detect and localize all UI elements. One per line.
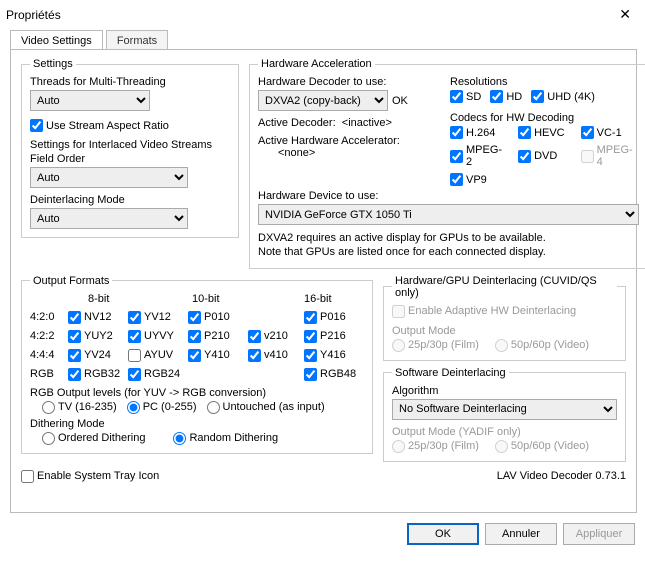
close-icon[interactable]: ✕ <box>613 6 637 23</box>
sw-deint-group: Software Deinterlacing Algorithm No Soft… <box>383 367 626 462</box>
sw-deint-legend: Software Deinterlacing <box>392 367 509 379</box>
ayuv-checkbox[interactable] <box>128 349 141 362</box>
mpeg2-checkbox[interactable] <box>450 150 463 163</box>
pc-radio[interactable] <box>127 401 140 414</box>
row-rgb-label: RGB <box>30 368 68 380</box>
resolutions-label: Resolutions <box>450 76 639 88</box>
hw-device-select[interactable]: NVIDIA GeForce GTX 1050 Ti <box>258 204 639 225</box>
uyvy-checkbox[interactable] <box>128 330 141 343</box>
dvd-checkbox[interactable] <box>518 150 531 163</box>
settings-group: Settings Threads for Multi-Threading Aut… <box>21 58 239 238</box>
uhd-checkbox[interactable] <box>531 90 544 103</box>
aspect-label: Use Stream Aspect Ratio <box>46 120 169 132</box>
p210-checkbox[interactable] <box>188 330 201 343</box>
row-420-label: 4:2:0 <box>30 311 68 323</box>
settings-legend: Settings <box>30 58 76 70</box>
row-444-label: 4:4:4 <box>30 349 68 361</box>
rgb48-checkbox[interactable] <box>304 368 317 381</box>
header-8bit: 8-bit <box>68 293 188 305</box>
hw-deint-group: Hardware/GPU Deinterlacing (CUVID/QS onl… <box>383 275 626 361</box>
field-order-label: Field Order <box>30 153 230 165</box>
apply-button[interactable]: Appliquer <box>563 523 635 545</box>
hwaccel-legend: Hardware Acceleration <box>258 58 375 70</box>
yv24-checkbox[interactable] <box>68 349 81 362</box>
nv12-checkbox[interactable] <box>68 311 81 324</box>
threads-label: Threads for Multi-Threading <box>30 76 230 88</box>
tv-radio[interactable] <box>42 401 55 414</box>
ok-button[interactable]: OK <box>407 523 479 545</box>
y416-checkbox[interactable] <box>304 349 317 362</box>
row-422-label: 4:2:2 <box>30 330 68 342</box>
sw-output-mode-label: Output Mode (YADIF only) <box>392 426 617 438</box>
output-formats-legend: Output Formats <box>30 275 112 287</box>
hw-deint-legend: Hardware/GPU Deinterlacing (CUVID/QS onl… <box>392 275 617 299</box>
tab-formats[interactable]: Formats <box>106 30 168 50</box>
hw-device-label: Hardware Device to use: <box>258 190 639 202</box>
codecs-label: Codecs for HW Decoding <box>450 112 639 124</box>
aspect-checkbox[interactable] <box>30 119 43 132</box>
enable-adaptive-checkbox <box>392 305 405 318</box>
hw-video-radio <box>495 339 508 352</box>
v410-checkbox[interactable] <box>248 349 261 362</box>
hw-decoder-label: Hardware Decoder to use: <box>258 76 440 88</box>
window-title: Propriétés <box>6 8 61 22</box>
hw-output-mode-label: Output Mode <box>392 325 617 337</box>
active-hw-accel-label: Active Hardware Accelerator: <box>258 135 440 147</box>
h264-checkbox[interactable] <box>450 126 463 139</box>
deint-mode-select[interactable]: Auto <box>30 208 188 229</box>
output-formats-group: Output Formats 8-bit 10-bit 16-bit 4:2:0… <box>21 275 373 454</box>
hw-film-radio <box>392 339 405 352</box>
p216-checkbox[interactable] <box>304 330 317 343</box>
field-order-select[interactable]: Auto <box>30 167 188 188</box>
tab-video-settings[interactable]: Video Settings <box>10 30 103 50</box>
p010-checkbox[interactable] <box>188 311 201 324</box>
vp9-checkbox[interactable] <box>450 173 463 186</box>
hd-checkbox[interactable] <box>490 90 503 103</box>
hw-note1: DXVA2 requires an active display for GPU… <box>258 231 639 245</box>
active-hw-accel-value: <none> <box>258 147 440 159</box>
header-16bit: 16-bit <box>304 293 360 305</box>
threads-select[interactable]: Auto <box>30 90 150 111</box>
active-decoder-value: <inactive> <box>342 117 392 129</box>
hwaccel-group: Hardware Acceleration Hardware Decoder t… <box>249 58 645 269</box>
rgb-levels-label: RGB Output levels (for YUV -> RGB conver… <box>30 387 364 399</box>
hevc-checkbox[interactable] <box>518 126 531 139</box>
cancel-button[interactable]: Annuler <box>485 523 557 545</box>
sw-video-radio <box>495 440 508 453</box>
deint-mode-label: Deinterlacing Mode <box>30 194 230 206</box>
version-label: LAV Video Decoder 0.73.1 <box>497 470 626 482</box>
tray-icon-checkbox[interactable] <box>21 470 34 483</box>
p016-checkbox[interactable] <box>304 311 317 324</box>
rgb24-checkbox[interactable] <box>128 368 141 381</box>
v210-checkbox[interactable] <box>248 330 261 343</box>
yuy2-checkbox[interactable] <box>68 330 81 343</box>
y410-checkbox[interactable] <box>188 349 201 362</box>
interlaced-settings-label: Settings for Interlaced Video Streams <box>30 139 230 151</box>
hw-note2: Note that GPUs are listed once for each … <box>258 245 639 259</box>
random-dither-radio[interactable] <box>173 432 186 445</box>
active-decoder-label: Active Decoder: <box>258 117 336 129</box>
untouched-radio[interactable] <box>207 401 220 414</box>
algorithm-label: Algorithm <box>392 385 617 397</box>
algorithm-select[interactable]: No Software Deinterlacing <box>392 399 617 420</box>
hw-decoder-select[interactable]: DXVA2 (copy-back) <box>258 90 388 111</box>
yv12-checkbox[interactable] <box>128 311 141 324</box>
header-10bit: 10-bit <box>188 293 304 305</box>
sd-checkbox[interactable] <box>450 90 463 103</box>
decoder-status: OK <box>392 95 408 107</box>
vc1-checkbox[interactable] <box>581 126 594 139</box>
tray-icon-label: Enable System Tray Icon <box>37 470 159 482</box>
ordered-dither-radio[interactable] <box>42 432 55 445</box>
dithering-label: Dithering Mode <box>30 418 364 430</box>
sw-film-radio <box>392 440 405 453</box>
mpeg4-checkbox <box>581 150 594 163</box>
rgb32-checkbox[interactable] <box>68 368 81 381</box>
